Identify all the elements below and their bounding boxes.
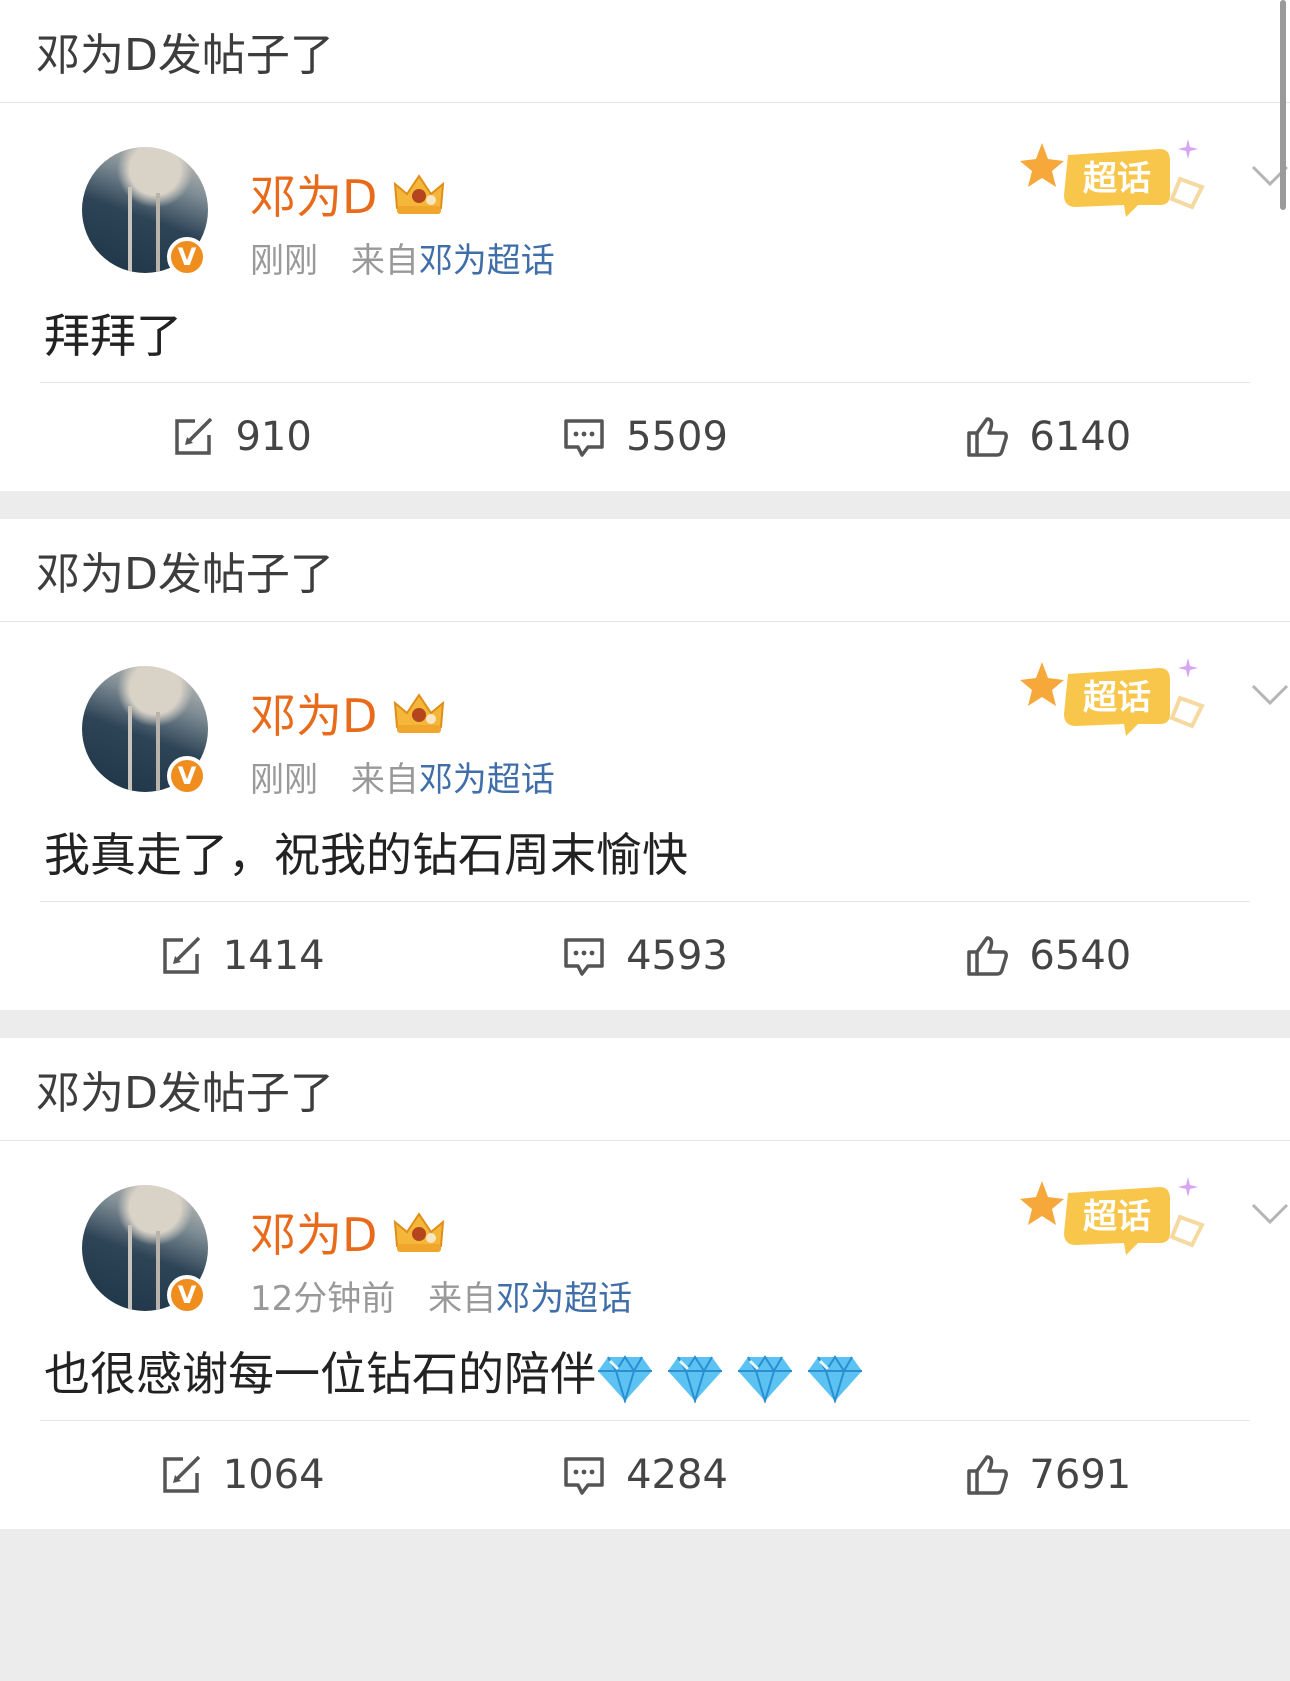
comment-icon (564, 419, 604, 457)
thumbs-up-icon (967, 936, 1009, 976)
feed: 邓为D发帖子了 V 邓为D 刚刚 来自邓为超话 超话 拜拜了 910 5509 … (0, 0, 1290, 1529)
scrollbar[interactable] (1280, 0, 1286, 210)
post-header: 邓为D发帖子了 (0, 519, 1290, 622)
post-content: 也很感谢每一位钻石的陪伴 (40, 1326, 1250, 1420)
post-card: 邓为D发帖子了 V 邓为D 刚刚 来自邓为超话 (0, 519, 1290, 1010)
crown-icon (394, 174, 445, 214)
verified-badge-icon: V (167, 237, 207, 277)
post-content: 我真走了，祝我的钻石周末愉快 (40, 807, 1250, 901)
repost-button[interactable]: 910 (40, 414, 443, 460)
diamond-emoji-icon (598, 1354, 652, 1403)
post-card: 邓为D发帖子了 V 邓为D 12分钟前 来自邓为超话 超话 也很感谢每一位钻石的… (0, 1038, 1290, 1529)
source-prefix: 来自 (350, 760, 419, 800)
username[interactable]: 邓为D (250, 680, 377, 746)
like-button[interactable]: 6540 (847, 933, 1250, 979)
like-count: 6540 (1029, 933, 1132, 979)
thumbs-up-icon (967, 1455, 1009, 1495)
post-time: 12分钟前 (250, 1279, 396, 1319)
super-topic-badge-icon[interactable]: 超话 (1020, 652, 1220, 752)
super-topic-badge-label: 超话 (1083, 1197, 1151, 1237)
user-row: V 邓为D 刚刚 来自邓为超话 超话 (40, 622, 1289, 807)
like-count: 6140 (1029, 414, 1132, 460)
post-header: 邓为D发帖子了 (0, 1038, 1290, 1141)
comment-icon (564, 938, 604, 976)
repost-count: 1414 (222, 933, 325, 979)
verified-badge-icon: V (167, 1275, 207, 1315)
verified-badge-icon: V (167, 756, 207, 796)
post-time: 刚刚 (250, 241, 318, 281)
action-bar: 910 5509 6140 (40, 383, 1250, 491)
repost-count: 1064 (222, 1452, 325, 1498)
thumbs-up-icon (967, 417, 1009, 457)
chevron-down-icon[interactable] (1250, 682, 1290, 708)
crown-icon (394, 693, 445, 733)
crown-icon (394, 1212, 445, 1252)
post-meta: 刚刚 来自邓为超话 (250, 233, 555, 282)
super-topic-badge-icon[interactable]: 超话 (1020, 1171, 1220, 1271)
like-count: 7691 (1029, 1452, 1132, 1498)
comment-icon (564, 1457, 604, 1495)
repost-button[interactable]: 1064 (40, 1452, 443, 1498)
gem-emojis (596, 1347, 876, 1403)
repost-count: 910 (235, 414, 312, 460)
post-text: 我真走了，祝我的钻石周末愉快 (44, 828, 688, 882)
post-text: 也很感谢每一位钻石的陪伴 (44, 1347, 596, 1401)
action-bar: 1064 4284 7691 (40, 1421, 1250, 1529)
like-button[interactable]: 7691 (847, 1452, 1250, 1498)
repost-icon (163, 936, 201, 974)
like-button[interactable]: 6140 (847, 414, 1250, 460)
diamond-emoji-icon (738, 1354, 792, 1403)
user-row: V 邓为D 12分钟前 来自邓为超话 超话 (40, 1141, 1289, 1326)
topic-link[interactable]: 邓为超话 (419, 241, 555, 281)
comment-count: 5509 (626, 414, 728, 460)
diamond-emoji-icon (808, 1354, 862, 1403)
comment-count: 4284 (626, 1452, 728, 1498)
source-prefix: 来自 (428, 1279, 497, 1319)
comment-button[interactable]: 4284 (443, 1452, 846, 1498)
repost-button[interactable]: 1414 (40, 933, 443, 979)
diamond-emoji-icon (668, 1354, 722, 1403)
user-row: V 邓为D 刚刚 来自邓为超话 超话 (40, 103, 1289, 288)
topic-link[interactable]: 邓为超话 (419, 760, 555, 800)
post-header: 邓为D发帖子了 (0, 0, 1290, 103)
super-topic-badge-label: 超话 (1083, 159, 1151, 199)
post-content: 拜拜了 (40, 288, 1250, 382)
post-card: 邓为D发帖子了 V 邓为D 刚刚 来自邓为超话 (0, 0, 1290, 491)
comment-button[interactable]: 5509 (443, 414, 846, 460)
post-meta: 12分钟前 来自邓为超话 (250, 1271, 632, 1320)
comment-button[interactable]: 4593 (443, 933, 846, 979)
repost-icon (175, 417, 213, 455)
topic-link[interactable]: 邓为超话 (496, 1279, 632, 1319)
chevron-down-icon[interactable] (1250, 1201, 1290, 1227)
super-topic-badge-icon[interactable]: 超话 (1020, 133, 1220, 233)
username[interactable]: 邓为D (250, 161, 377, 227)
repost-icon (163, 1455, 201, 1493)
username[interactable]: 邓为D (250, 1199, 377, 1265)
source-prefix: 来自 (350, 241, 419, 281)
post-time: 刚刚 (250, 760, 318, 800)
comment-count: 4593 (626, 933, 728, 979)
post-text: 拜拜了 (44, 309, 182, 363)
super-topic-badge-label: 超话 (1083, 678, 1151, 718)
post-meta: 刚刚 来自邓为超话 (250, 752, 555, 801)
action-bar: 1414 4593 6540 (40, 902, 1250, 1010)
